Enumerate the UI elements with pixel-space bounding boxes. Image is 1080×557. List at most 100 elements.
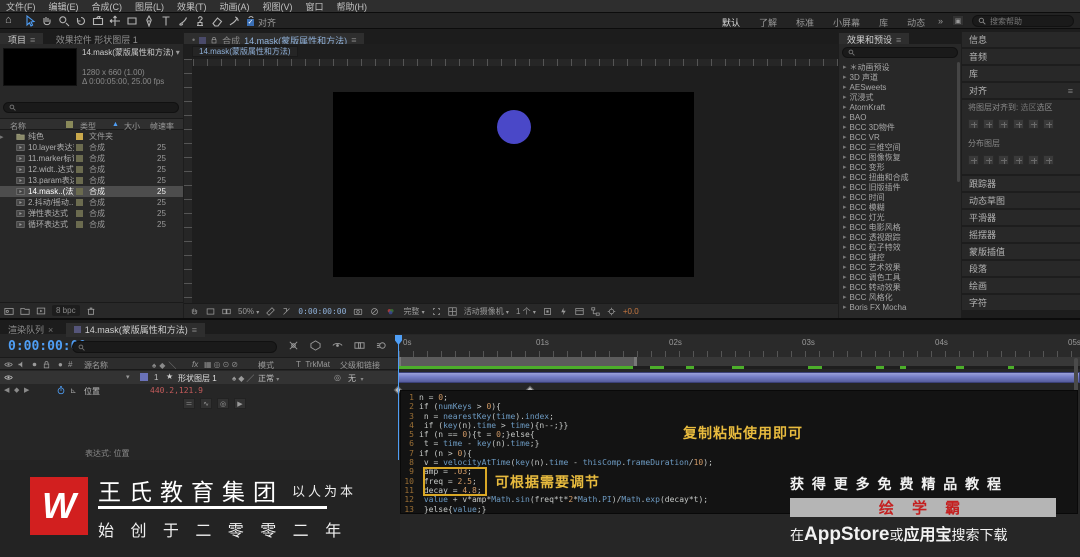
effects-category[interactable]: ▸BCC 旧版插件 xyxy=(839,182,957,192)
mode-column[interactable]: 模式 xyxy=(258,360,274,371)
frame-blending-icon[interactable] xyxy=(354,340,365,351)
effects-category[interactable]: ▸BCC 调色工具 xyxy=(839,272,957,282)
effects-category[interactable]: ▸AESweets xyxy=(839,82,957,92)
align-bottom-button[interactable] xyxy=(1043,119,1054,129)
position-property-row[interactable]: ◀ ◆ ▶ ⊾ 位置 440.2,121.9 xyxy=(0,384,398,397)
clone-stamp-tool-icon[interactable] xyxy=(194,15,206,27)
viewer-ruler-horizontal[interactable] xyxy=(193,59,838,66)
project-row[interactable]: 弹性表达式合成25 xyxy=(0,208,183,219)
panel-信息[interactable]: 信息 xyxy=(962,32,1080,47)
panel-摇摆器[interactable]: 摇摆器 xyxy=(962,227,1080,242)
effects-category[interactable]: ▸BCC 灯光 xyxy=(839,212,957,222)
twirl-icon[interactable]: ▸ xyxy=(843,273,847,281)
hand-mini-icon[interactable] xyxy=(190,307,199,316)
dual-view-icon[interactable] xyxy=(222,307,231,316)
layer-row[interactable]: ▾ 1 ★ 形状图层 1 ♠◆／ 正常 ▾ ◎ 无 ▾ xyxy=(0,371,398,384)
twirl-icon[interactable]: ▸ xyxy=(843,263,847,271)
motion-blur-icon[interactable] xyxy=(376,340,387,351)
effects-category[interactable]: ▸Boris FX Particle xyxy=(839,312,957,314)
reset-exposure-icon[interactable] xyxy=(607,307,616,316)
twirl-icon[interactable]: ▸ xyxy=(843,283,847,291)
expression-enable-button[interactable]: ＝ xyxy=(183,398,195,409)
twirl-icon[interactable]: ▸ xyxy=(843,163,847,171)
project-row[interactable]: 10.layer表达式合成25 xyxy=(0,142,183,153)
twirl-icon[interactable]: ▸ xyxy=(843,293,847,301)
menu-item[interactable]: 编辑(E) xyxy=(49,0,79,13)
align-center-h-button[interactable] xyxy=(983,119,994,129)
composition-frame[interactable] xyxy=(333,92,694,277)
hand-tool-icon[interactable] xyxy=(41,15,53,27)
align-right-button[interactable] xyxy=(998,119,1009,129)
twirl-icon[interactable]: ▸ xyxy=(843,203,847,211)
distribute-right-button[interactable] xyxy=(1043,155,1054,165)
ruler-toggle-icon[interactable] xyxy=(266,307,275,316)
shape-circle[interactable] xyxy=(497,110,531,144)
align-center-v-button[interactable] xyxy=(1028,119,1039,129)
project-item-name[interactable]: 14.mask(蒙版属性和方法) ▾ xyxy=(82,48,182,57)
new-composition-icon[interactable] xyxy=(36,306,46,316)
viewer-ruler-vertical[interactable] xyxy=(184,59,192,303)
project-preview-thumbnail[interactable] xyxy=(3,48,77,86)
twirl-icon[interactable]: ▸ xyxy=(843,103,847,111)
channels-icon[interactable] xyxy=(386,307,396,316)
work-area-bar[interactable] xyxy=(398,357,637,366)
interpret-footage-icon[interactable] xyxy=(4,306,14,316)
effects-category[interactable]: ▸BCC 电影风格 xyxy=(839,222,957,232)
twirl-icon[interactable]: ▸ xyxy=(843,183,847,191)
workspace-6[interactable]: 动态 xyxy=(907,16,925,29)
effects-category[interactable]: ▸BCC 变形 xyxy=(839,162,957,172)
effects-category[interactable]: ▸BCC 三维空间 xyxy=(839,142,957,152)
twirl-icon[interactable]: ▸ xyxy=(843,233,847,241)
property-name[interactable]: 位置 xyxy=(84,386,100,397)
panel-音频[interactable]: 音频 xyxy=(962,49,1080,64)
menu-item[interactable]: 帮助(H) xyxy=(337,0,368,13)
effects-category[interactable]: ▸BCC 粒子特效 xyxy=(839,242,957,252)
pan-behind-tool-icon[interactable] xyxy=(109,15,121,27)
panel-align[interactable]: 对齐≡ xyxy=(962,83,1080,98)
layer-switches[interactable]: ♠◆／ xyxy=(232,373,256,384)
workspace-overflow-chevron[interactable]: » xyxy=(938,16,943,26)
tab-render-queue[interactable]: 渲染队列× xyxy=(0,323,61,337)
project-search[interactable] xyxy=(3,102,179,113)
orbit-tool-icon[interactable] xyxy=(75,15,87,27)
align-checkbox[interactable]: ✓ xyxy=(246,18,255,27)
panel-menu-icon[interactable]: ≡ xyxy=(1068,86,1073,96)
resolution-dropdown[interactable]: 完整 ▾ xyxy=(403,306,424,317)
panel-平滑器[interactable]: 平滑器 xyxy=(962,210,1080,225)
effects-category[interactable]: ▸沉浸式 xyxy=(839,92,957,102)
project-row[interactable]: 14.mask..(法)合成25 xyxy=(0,186,183,197)
blend-mode-dropdown[interactable]: 正常 ▾ xyxy=(258,373,279,384)
effects-category[interactable]: ▸BCC 透视跟踪 xyxy=(839,232,957,242)
keyframe-nav-prev-icon[interactable]: ◀ xyxy=(4,386,9,394)
menu-item[interactable]: 窗口 xyxy=(306,0,324,13)
trkmat-column[interactable]: T TrkMat xyxy=(296,360,330,369)
layer-name[interactable]: 形状图层 1 xyxy=(178,373,217,384)
show-snapshot-icon[interactable] xyxy=(370,307,379,316)
menu-item[interactable]: 合成(C) xyxy=(92,0,123,13)
code-line[interactable]: 1n = 0; xyxy=(401,393,1077,402)
panel-字符[interactable]: 字符 xyxy=(962,295,1080,310)
label-chip[interactable] xyxy=(76,166,83,173)
layer-expand-caret[interactable]: ▾ xyxy=(126,373,130,381)
snapshot-camera-icon[interactable] xyxy=(353,307,363,316)
effects-category[interactable]: ▸BCC 图像恢复 xyxy=(839,152,957,162)
zoom-tool-icon[interactable] xyxy=(58,15,70,27)
align-top-button[interactable] xyxy=(1013,119,1024,129)
home-icon[interactable]: ⌂ xyxy=(5,14,12,26)
menu-item[interactable]: 图层(L) xyxy=(135,0,164,13)
workspace-4[interactable]: 小屏幕 xyxy=(833,16,860,29)
new-folder-icon[interactable] xyxy=(20,306,30,316)
pixel-aspect-icon[interactable] xyxy=(543,307,552,316)
project-row[interactable]: 13.param表达式合成25 xyxy=(0,175,183,186)
workspace-3[interactable]: 标准 xyxy=(796,16,814,29)
brush-tool-icon[interactable] xyxy=(177,15,189,27)
twirl-icon[interactable]: ▸ xyxy=(843,133,847,141)
parent-pickwhip-icon[interactable]: ◎ xyxy=(334,373,341,382)
twirl-icon[interactable]: ▸ xyxy=(843,63,847,71)
code-line[interactable]: 7if (n > 0){ xyxy=(401,449,1077,458)
panel-grid-icon[interactable]: ▣ xyxy=(952,15,964,26)
twirl-icon[interactable]: ▸ xyxy=(843,153,847,161)
panel-绘画[interactable]: 绘画 xyxy=(962,278,1080,293)
keyframe-nav-add-icon[interactable]: ◆ xyxy=(14,386,19,394)
label-chip[interactable] xyxy=(76,188,83,195)
